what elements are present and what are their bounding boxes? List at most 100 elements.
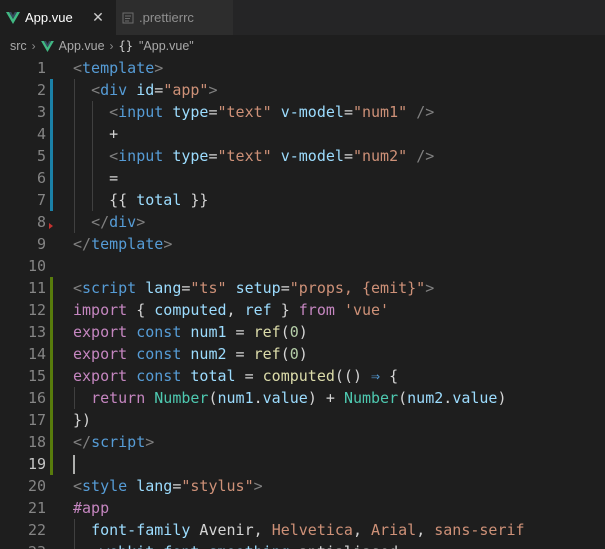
tab-prettierrc[interactable]: .prettierrc bbox=[116, 0, 234, 35]
indent-guide bbox=[74, 519, 75, 549]
code-line[interactable]: 13 export const num1 = ref(0) bbox=[0, 321, 605, 343]
code-text: = bbox=[73, 167, 118, 189]
added-line-indicator[interactable] bbox=[50, 409, 53, 431]
code-token: v-model bbox=[280, 147, 344, 165]
code-token: "text" bbox=[217, 147, 272, 165]
code-line[interactable]: 9 </template> bbox=[0, 233, 605, 255]
added-line-indicator[interactable] bbox=[50, 277, 53, 299]
code-token: total bbox=[136, 191, 182, 209]
code-token: -webkit-font-smoothing bbox=[91, 543, 290, 549]
code-token: "ts" bbox=[190, 279, 227, 297]
line-number: 15 bbox=[27, 367, 46, 385]
code-token: num1 bbox=[190, 323, 227, 341]
added-line-indicator[interactable] bbox=[50, 299, 53, 321]
code-line[interactable]: 21 #app bbox=[0, 497, 605, 519]
code-line[interactable]: 12 import { computed, ref } from 'vue' bbox=[0, 299, 605, 321]
modified-line-indicator[interactable] bbox=[50, 145, 53, 167]
code-token: ( bbox=[280, 345, 290, 363]
breadcrumb-file[interactable]: App.vue bbox=[59, 39, 105, 53]
code-text: {{ total }} bbox=[73, 189, 208, 211]
line-number: 12 bbox=[27, 301, 46, 319]
code-text: <input type="text" v-model="num2" /> bbox=[73, 145, 434, 167]
code-line[interactable]: 20 <style lang="stylus"> bbox=[0, 475, 605, 497]
added-line-indicator[interactable] bbox=[50, 387, 53, 409]
line-number: 6 bbox=[36, 169, 46, 187]
code-text: export const num1 = ref(0) bbox=[73, 321, 308, 343]
line-number: 9 bbox=[36, 235, 46, 253]
code-token: "app" bbox=[163, 81, 209, 99]
line-number: 18 bbox=[27, 433, 46, 451]
modified-line-indicator[interactable] bbox=[50, 101, 53, 123]
code-text: export const num2 = ref(0) bbox=[73, 343, 308, 365]
line-number: 8 bbox=[36, 213, 46, 231]
code-token: ) bbox=[298, 345, 308, 363]
code-token: Avenir, bbox=[190, 521, 272, 539]
code-line[interactable]: 16 return Number(num1.value) + Number(nu… bbox=[0, 387, 605, 409]
code-token: } bbox=[271, 301, 299, 319]
line-number: 3 bbox=[36, 103, 46, 121]
indent-guide bbox=[74, 387, 75, 409]
code-token: export bbox=[73, 323, 128, 341]
code-text: + bbox=[73, 123, 118, 145]
added-line-indicator[interactable] bbox=[50, 343, 53, 365]
code-line[interactable]: 5 <input type="text" v-model="num2" /> bbox=[0, 145, 605, 167]
added-line-indicator[interactable] bbox=[50, 453, 53, 475]
code-line[interactable]: 3 <input type="text" v-model="num1" /> bbox=[0, 101, 605, 123]
code-line[interactable]: 1 <template> bbox=[0, 57, 605, 79]
code-token: = bbox=[343, 103, 353, 121]
error-marker-icon[interactable] bbox=[49, 223, 53, 229]
code-token: const bbox=[136, 367, 182, 385]
code-text: }) bbox=[73, 409, 91, 431]
code-text: font-family Avenir, Helvetica, Arial, sa… bbox=[73, 519, 525, 541]
added-line-indicator[interactable] bbox=[50, 321, 53, 343]
close-icon[interactable]: ✕ bbox=[90, 9, 106, 26]
code-token: div bbox=[109, 213, 137, 231]
code-token: < bbox=[73, 477, 83, 495]
code-line[interactable]: 4 + bbox=[0, 123, 605, 145]
code-token: "stylus" bbox=[181, 477, 254, 495]
code-editor[interactable]: 1 <template> 2 <div id="app"> 3 <input type… bbox=[0, 57, 605, 549]
code-token: = bbox=[154, 81, 164, 99]
code-token: num2 bbox=[190, 345, 227, 363]
code-line[interactable]: 14 export const num2 = ref(0) bbox=[0, 343, 605, 365]
code-line[interactable]: 6 = bbox=[0, 167, 605, 189]
modified-line-indicator[interactable] bbox=[50, 79, 53, 101]
breadcrumb: src › App.vue › {} "App.vue" bbox=[0, 35, 605, 57]
code-line[interactable]: 11 <script lang="ts" setup="props, {emit}… bbox=[0, 277, 605, 299]
code-line[interactable]: 2 <div id="app"> bbox=[0, 79, 605, 101]
code-line[interactable]: 15 export const total = computed(() ⇒ { bbox=[0, 365, 605, 387]
code-line[interactable]: 22 font-family Avenir, Helvetica, Arial,… bbox=[0, 519, 605, 541]
breadcrumb-folder[interactable]: src bbox=[10, 39, 27, 53]
line-number: 17 bbox=[27, 411, 46, 429]
code-line[interactable]: 7 {{ total }} bbox=[0, 189, 605, 211]
code-token: style bbox=[82, 477, 128, 495]
modified-line-indicator[interactable] bbox=[50, 189, 53, 211]
code-token: return bbox=[91, 389, 146, 407]
code-token: < bbox=[73, 279, 83, 297]
code-line[interactable]: 8 </div> bbox=[0, 211, 605, 233]
code-token: input bbox=[118, 103, 164, 121]
code-token: > bbox=[425, 279, 435, 297]
modified-line-indicator[interactable] bbox=[50, 167, 53, 189]
added-line-indicator[interactable] bbox=[50, 365, 53, 387]
code-token: /> bbox=[416, 103, 435, 121]
file-icon bbox=[122, 12, 134, 23]
tab-label: App.vue bbox=[25, 10, 73, 25]
code-token: ( bbox=[280, 323, 290, 341]
code-token: import bbox=[73, 301, 128, 319]
code-line[interactable]: 10 bbox=[0, 255, 605, 277]
code-token: Arial bbox=[371, 521, 417, 539]
code-line[interactable]: 18 </script> bbox=[0, 431, 605, 453]
modified-line-indicator[interactable] bbox=[50, 123, 53, 145]
code-token: computed bbox=[154, 301, 227, 319]
code-line[interactable]: 23 -webkit-font-smoothing antialiased bbox=[0, 541, 605, 549]
breadcrumb-symbol[interactable]: "App.vue" bbox=[139, 39, 194, 53]
code-line[interactable]: 17}) bbox=[0, 409, 605, 431]
code-line[interactable]: 19 bbox=[0, 453, 605, 475]
added-line-indicator[interactable] bbox=[50, 431, 53, 453]
tab-app-vue[interactable]: App.vue ✕ bbox=[0, 0, 116, 35]
